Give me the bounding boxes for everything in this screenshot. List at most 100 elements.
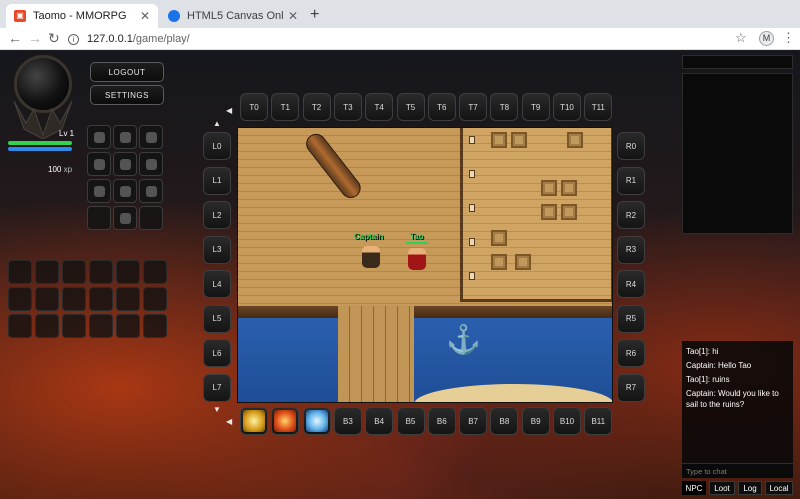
inventory-slot[interactable] [35,287,59,311]
bookmark-star-icon[interactable]: ☆ [735,30,747,46]
hotkey-t5[interactable]: T5 [396,93,425,121]
chat-tab-local[interactable]: Local [765,481,793,495]
inventory-slot[interactable] [8,314,32,338]
hotkey-b0[interactable] [240,407,268,435]
inventory-slot[interactable] [35,260,59,284]
chat-tab-npc[interactable]: NPC [682,481,706,495]
back-arrow-icon[interactable]: ← [8,30,22,46]
boots-slot[interactable] [113,206,137,230]
info-icon[interactable]: i [68,33,79,45]
inventory-slot[interactable] [143,260,167,284]
inventory-slot[interactable] [62,314,86,338]
arrow-up-icon[interactable]: ▲ [213,119,221,128]
empty-slot[interactable] [87,206,111,230]
hotkey-b10[interactable]: B10 [553,407,581,435]
hotkey-t1[interactable]: T1 [271,93,300,121]
forward-arrow-icon[interactable]: → [28,30,42,46]
arrow-left-icon[interactable]: ◀ [226,417,232,426]
inventory-slot[interactable] [143,287,167,311]
hotkey-r1[interactable]: R1 [617,166,645,195]
hotkey-t0[interactable]: T0 [240,93,268,121]
hotkey-r2[interactable]: R2 [617,201,645,229]
hotkey-l0[interactable]: L0 [203,132,231,160]
chat-tab-log[interactable]: Log [738,481,762,495]
hotkey-b2[interactable] [302,407,331,435]
hotkey-r3[interactable]: R3 [617,235,645,264]
cannon-icon [302,129,365,203]
inventory-slot[interactable] [35,314,59,338]
settings-button[interactable]: SETTINGS [90,85,164,105]
chat-tab-loot[interactable]: Loot [709,481,735,495]
player-character[interactable] [408,248,426,270]
hotkey-l3[interactable]: L3 [203,235,231,264]
hotkey-b6[interactable]: B6 [427,407,456,435]
hotkey-b8[interactable]: B8 [490,407,519,435]
hotkey-l5[interactable]: L5 [203,304,231,333]
inventory-slot[interactable] [62,287,86,311]
profile-avatar[interactable]: M [759,31,774,46]
helmet-slot[interactable] [87,125,111,149]
inventory-slot[interactable] [116,314,140,338]
close-icon[interactable]: ✕ [288,9,298,23]
hotkey-b5[interactable]: B5 [396,407,425,435]
gloves-slot[interactable] [113,152,137,176]
tab-taomo[interactable]: ▣ Taomo - MMORPG ✕ [6,4,158,28]
chat-input[interactable] [682,464,793,478]
hotkey-b3[interactable]: B3 [333,407,362,435]
empty-slot[interactable] [139,206,163,230]
chest-slot[interactable] [87,152,111,176]
close-icon[interactable]: ✕ [140,9,150,23]
shield-slot[interactable] [139,152,163,176]
inventory-slot[interactable] [8,287,32,311]
hotkey-t3[interactable]: T3 [333,93,362,121]
hotkey-b11[interactable]: B11 [584,407,613,435]
hotkey-r6[interactable]: R6 [617,339,645,367]
game-map[interactable]: ⚓ Captain Tao [237,127,613,403]
hotkey-l7[interactable]: L7 [203,373,231,402]
hotkey-t4[interactable]: T4 [365,93,394,121]
legs-slot[interactable] [139,179,163,203]
kebab-menu-icon[interactable]: ⋮ [782,30,795,46]
inventory-slot[interactable] [89,287,113,311]
inventory-slot[interactable] [89,260,113,284]
arrow-left-icon[interactable]: ◀ [226,106,232,115]
ring-slot[interactable] [87,179,111,203]
shoulder-slot[interactable] [139,125,163,149]
logout-button[interactable]: LOGOUT [90,62,164,82]
hotkey-t6[interactable]: T6 [427,93,456,121]
amulet-slot[interactable] [113,125,137,149]
hotkey-r5[interactable]: R5 [617,304,645,333]
hotkey-t11[interactable]: T11 [584,93,613,121]
hotkey-l4[interactable]: L4 [203,270,231,298]
hotkey-l2[interactable]: L2 [203,201,231,229]
inventory-slot[interactable] [89,314,113,338]
crate-icon [491,230,507,246]
mana-bar [8,147,72,151]
inventory-slot[interactable] [143,314,167,338]
hotkey-b4[interactable]: B4 [365,407,394,435]
inventory-slot[interactable] [62,260,86,284]
inventory-slot[interactable] [116,287,140,311]
arrow-down-icon[interactable]: ▼ [213,405,221,414]
hotkey-t8[interactable]: T8 [490,93,519,121]
reload-icon[interactable]: ↻ [48,30,60,47]
hotkey-b9[interactable]: B9 [521,407,550,435]
hotkey-t2[interactable]: T2 [302,93,331,121]
hotkey-b1[interactable] [271,407,300,435]
address-bar[interactable]: i 127.0.0.1/game/play/ [68,30,758,48]
hotkey-r4[interactable]: R4 [617,270,645,298]
hotkey-b7[interactable]: B7 [459,407,488,435]
weapon-slot[interactable] [113,179,137,203]
hotkey-l1[interactable]: L1 [203,166,231,195]
captain-npc[interactable] [362,246,380,268]
hotkey-t9[interactable]: T9 [521,93,550,121]
hotkey-l6[interactable]: L6 [203,339,231,367]
new-tab-button[interactable]: + [310,6,319,24]
hotkey-r0[interactable]: R0 [617,132,645,160]
inventory-slot[interactable] [116,260,140,284]
hotkey-t10[interactable]: T10 [553,93,581,121]
hotkey-t7[interactable]: T7 [459,93,488,121]
hotkey-r7[interactable]: R7 [617,373,645,402]
inventory-slot[interactable] [8,260,32,284]
tab-html5-rpg[interactable]: HTML5 Canvas Online RPG (M ✕ [160,4,306,28]
